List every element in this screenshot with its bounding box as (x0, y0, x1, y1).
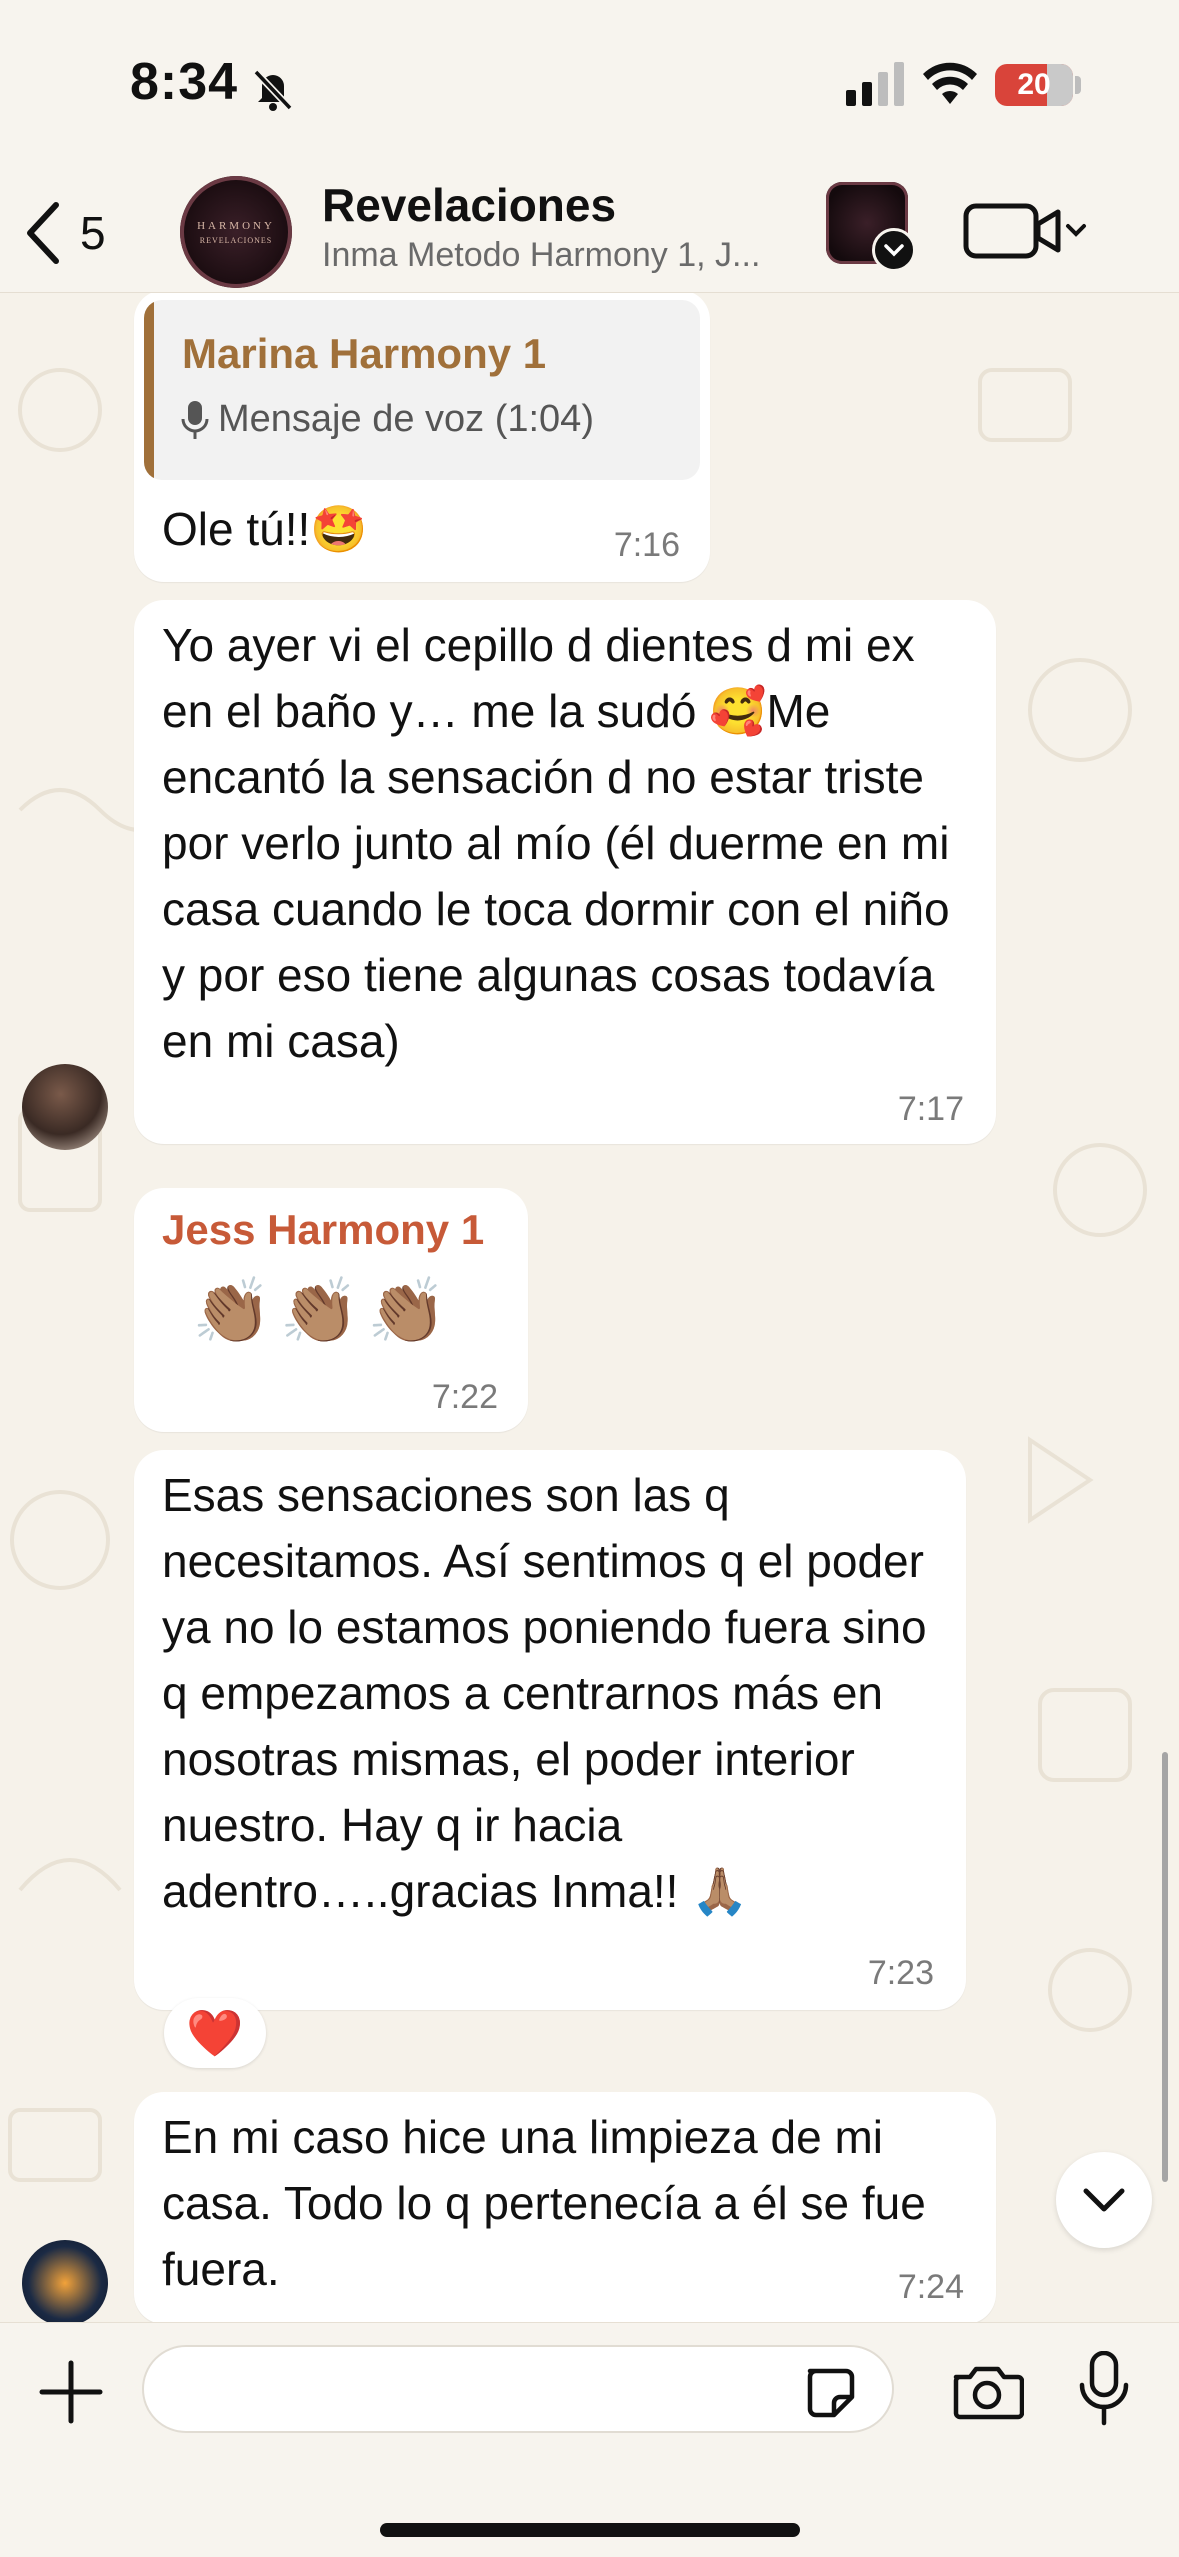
message-time: 7:24 (897, 2268, 964, 2306)
message-text: 👏🏽👏🏽👏🏽 (192, 1275, 456, 1347)
quoted-voice-note: Mensaje de voz (1:04) (180, 398, 594, 441)
message-time: 7:22 (431, 1378, 498, 1416)
message-composer (0, 2322, 1179, 2557)
sticker-icon[interactable] (800, 2363, 860, 2423)
video-call-icon[interactable] (962, 196, 1092, 266)
quoted-text: Mensaje de voz (1:04) (218, 398, 594, 440)
message-bubble[interactable]: Esas sensaciones son las q necesitamos. … (134, 1450, 966, 2010)
status-time: 8:34 (130, 53, 239, 111)
camera-icon[interactable] (950, 2361, 1024, 2421)
scroll-to-bottom-button[interactable] (1056, 2152, 1152, 2248)
chat-header: 5 HARMONY REVELACIONES Revelaciones Inma… (0, 170, 1179, 293)
microphone-icon (181, 400, 209, 439)
quoted-message[interactable]: Marina Harmony 1 Mensaje de voz (1:04) (144, 300, 700, 480)
back-button[interactable]: 5 (22, 198, 132, 268)
message-time: 7:23 (867, 1954, 934, 1992)
message-text: Yo ayer vi el cepillo d dientes d mi ex … (162, 619, 963, 1067)
microphone-icon[interactable] (1076, 2351, 1132, 2427)
scrollbar[interactable] (1162, 1752, 1168, 2182)
status-bar: 8:34 20 (0, 0, 1179, 170)
message-bubble[interactable]: Marina Harmony 1 Mensaje de voz (1:04) O… (134, 290, 710, 582)
message-bubble[interactable]: Yo ayer vi el cepillo d dientes d mi ex … (134, 600, 996, 1144)
avatar[interactable] (22, 2240, 108, 2326)
plus-icon[interactable] (36, 2357, 106, 2427)
sender-name[interactable]: Jess Harmony 1 (162, 1206, 484, 1254)
message-input[interactable] (142, 2345, 894, 2433)
message-time: 7:16 (613, 526, 680, 564)
message-bubble[interactable]: Jess Harmony 1 👏🏽👏🏽👏🏽 7:22 (134, 1188, 528, 1432)
group-members[interactable]: Inma Metodo Harmony 1, J... (322, 236, 812, 275)
message-time: 7:17 (897, 1090, 964, 1128)
chevron-down-badge-icon (872, 228, 916, 272)
message-text: Esas sensaciones son las q necesitamos. … (162, 1469, 940, 1917)
group-avatar[interactable]: HARMONY REVELACIONES (180, 176, 292, 288)
quoted-sender: Marina Harmony 1 (182, 330, 547, 377)
avatar[interactable] (22, 1064, 108, 1150)
battery-level: 20 (1017, 68, 1051, 101)
avatar-logo-subtext: REVELACIONES (199, 235, 273, 245)
battery-indicator: 20 (995, 64, 1073, 106)
message-text: Ole tú!!🤩 (162, 503, 368, 555)
wifi-icon (923, 62, 977, 104)
unread-count: 5 (80, 207, 106, 259)
home-indicator (380, 2523, 800, 2537)
message-bubble[interactable]: En mi caso hice una limpieza de mi casa.… (134, 2092, 996, 2324)
avatar-logo-text: HARMONY (197, 219, 275, 232)
group-name[interactable]: Revelaciones (322, 178, 616, 232)
mute-bell-icon (253, 69, 293, 111)
cellular-signal-icon (846, 62, 904, 106)
chevron-left-icon (27, 202, 59, 264)
message-text: En mi caso hice una limpieza de mi casa.… (162, 2111, 939, 2295)
chevron-down-icon (1083, 2188, 1125, 2212)
message-reaction[interactable]: ❤️ (164, 1998, 266, 2068)
